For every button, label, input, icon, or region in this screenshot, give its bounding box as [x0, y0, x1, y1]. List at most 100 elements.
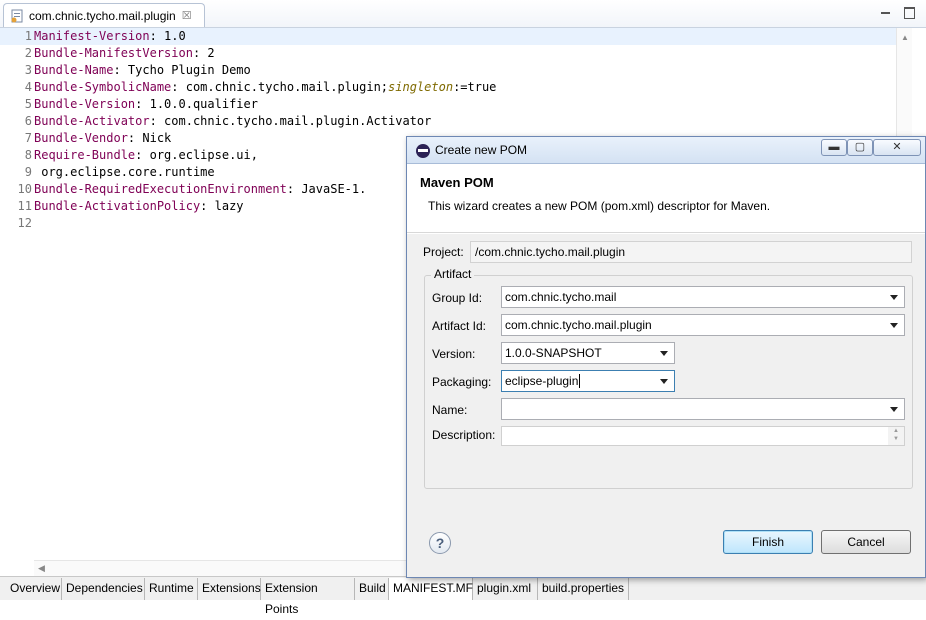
- line-number: 1: [24, 29, 32, 43]
- header-key: Bundle-ActivationPolicy: [34, 199, 201, 213]
- packaging-label: Packaging:: [432, 375, 492, 389]
- editor-tab-manifest[interactable]: com.chnic.tycho.mail.plugin ☒: [3, 3, 205, 27]
- packaging-combo[interactable]: eclipse-plugin: [501, 370, 675, 392]
- project-label: Project:: [423, 245, 464, 259]
- editor-line[interactable]: 4 Bundle-SymbolicName: com.chnic.tycho.ma…: [0, 79, 896, 96]
- line-number: 10: [17, 182, 32, 196]
- editor-line[interactable]: 5 Bundle-Version: 1.0.0.qualifier: [0, 96, 896, 113]
- editor-line[interactable]: 3 Bundle-Name: Tycho Plugin Demo: [0, 62, 896, 79]
- editor-line[interactable]: 2 Bundle-ManifestVersion: 2: [0, 45, 896, 62]
- dialog-minimize-button[interactable]: ▬: [821, 139, 847, 156]
- chevron-down-icon[interactable]: [890, 407, 898, 412]
- line-number: 4: [24, 80, 32, 94]
- page-tab-build-properties[interactable]: build.properties: [538, 578, 629, 600]
- line-number: 3: [24, 63, 32, 77]
- header-value: : 1.0.0.qualifier: [135, 97, 258, 111]
- wizard-title: Maven POM: [420, 175, 494, 190]
- line-number: 5: [24, 97, 32, 111]
- page-tab-manifest-mf[interactable]: MANIFEST.MF: [389, 578, 473, 600]
- scroll-up-icon[interactable]: ▲: [901, 33, 909, 42]
- header-key: Bundle-Name: [34, 63, 114, 77]
- group-id-label: Group Id:: [432, 291, 483, 305]
- description-scrollbar[interactable]: ▲ ▼: [888, 427, 904, 445]
- header-key: Bundle-Vendor: [34, 131, 128, 145]
- header-value: : lazy: [200, 199, 244, 213]
- wizard-body: Project: /com.chnic.tycho.mail.plugin Ar…: [407, 234, 925, 524]
- packaging-value: eclipse-plugin: [505, 374, 579, 388]
- plugin-file-icon: [10, 9, 24, 23]
- eclipse-icon: [416, 144, 430, 158]
- wizard-description: This wizard creates a new POM (pom.xml) …: [428, 199, 771, 213]
- header-value: org.eclipse.core.runtime: [34, 165, 215, 179]
- finish-button[interactable]: Finish: [723, 530, 813, 554]
- header-key: Require-Bundle: [34, 148, 136, 162]
- artifact-group-label: Artifact: [431, 267, 475, 281]
- header-key: Bundle-SymbolicName: [34, 80, 172, 94]
- editor-line[interactable]: 1 Manifest-Version: 1.0: [0, 28, 896, 45]
- maximize-icon[interactable]: [902, 6, 916, 19]
- wizard-banner: Maven POM This wizard creates a new POM …: [407, 165, 925, 233]
- artifact-id-label: Artifact Id:: [432, 319, 487, 333]
- header-attribute-value: :=true: [453, 80, 497, 94]
- line-number: 11: [17, 199, 32, 213]
- create-pom-dialog: Create new POM ▬ ▢ ✕ Maven POM This wiza…: [406, 136, 926, 578]
- editor-tab-bar: com.chnic.tycho.mail.plugin ☒: [0, 0, 926, 28]
- header-key: Bundle-Version: [34, 97, 136, 111]
- text-cursor: [579, 374, 581, 388]
- line-number: 9: [24, 165, 32, 179]
- header-value: : com.chnic.tycho.mail.plugin;: [171, 80, 389, 94]
- page-tab-extension-points[interactable]: Extension Points: [261, 578, 355, 616]
- project-field: /com.chnic.tycho.mail.plugin: [470, 241, 912, 263]
- version-combo[interactable]: 1.0.0-SNAPSHOT: [501, 342, 675, 364]
- name-label: Name:: [432, 403, 468, 417]
- dialog-maximize-button[interactable]: ▢: [847, 139, 873, 156]
- description-label: Description:: [432, 428, 496, 442]
- header-value: : org.eclipse.ui,: [135, 148, 258, 162]
- dialog-button-bar: ? Finish Cancel: [407, 524, 925, 577]
- header-value: : Nick: [127, 131, 172, 145]
- chevron-down-icon[interactable]: [660, 351, 668, 356]
- header-key: Bundle-ManifestVersion: [34, 46, 193, 60]
- chevron-down-icon[interactable]: [890, 323, 898, 328]
- header-value: : Tycho Plugin Demo: [113, 63, 251, 77]
- chevron-down-icon[interactable]: [890, 295, 898, 300]
- dialog-title-bar[interactable]: Create new POM ▬ ▢ ✕: [407, 137, 925, 164]
- close-icon[interactable]: ☒: [182, 9, 192, 22]
- editor-page-tabs: Overview Dependencies Runtime Extensions Ext…: [0, 576, 926, 616]
- dialog-close-button[interactable]: ✕: [873, 139, 921, 156]
- scroll-left-icon[interactable]: ◀: [38, 563, 45, 574]
- line-number: 8: [24, 148, 32, 162]
- editor-tab-label: com.chnic.tycho.mail.plugin: [29, 8, 176, 23]
- header-value: : JavaSE-1.: [286, 182, 367, 196]
- dialog-title: Create new POM: [435, 143, 528, 157]
- page-tab-runtime[interactable]: Runtime: [145, 578, 198, 600]
- line-number: 6: [24, 114, 32, 128]
- line-number: 2: [24, 46, 32, 60]
- header-attribute: singleton: [388, 80, 454, 94]
- name-combo[interactable]: [501, 398, 905, 420]
- artifact-id-value: com.chnic.tycho.mail.plugin: [505, 318, 652, 332]
- page-tab-plugin-xml[interactable]: plugin.xml: [473, 578, 538, 600]
- group-id-value: com.chnic.tycho.mail: [505, 290, 617, 304]
- version-label: Version:: [432, 347, 476, 361]
- page-tab-extensions[interactable]: Extensions: [198, 578, 261, 600]
- header-key: Bundle-Activator: [34, 114, 150, 128]
- cancel-button[interactable]: Cancel: [821, 530, 911, 554]
- header-value: : 2: [192, 46, 215, 60]
- minimize-icon[interactable]: [879, 6, 893, 18]
- description-textarea[interactable]: ▲ ▼: [501, 426, 905, 446]
- page-tab-build[interactable]: Build: [355, 578, 389, 600]
- line-number: 7: [24, 131, 32, 145]
- help-icon[interactable]: ?: [429, 532, 451, 554]
- header-value: : 1.0: [149, 29, 186, 43]
- line-number: 12: [17, 216, 32, 230]
- page-tab-dependencies[interactable]: Dependencies: [62, 578, 145, 600]
- chevron-down-icon[interactable]: [660, 379, 668, 384]
- page-tab-overview[interactable]: Overview: [6, 578, 62, 600]
- header-key: Bundle-RequiredExecutionEnvironment: [34, 182, 287, 196]
- group-id-combo[interactable]: com.chnic.tycho.mail: [501, 286, 905, 308]
- editor-line[interactable]: 6 Bundle-Activator: com.chnic.tycho.mail.…: [0, 113, 896, 130]
- header-value: : com.chnic.tycho.mail.plugin.Activator: [149, 114, 432, 128]
- artifact-id-combo[interactable]: com.chnic.tycho.mail.plugin: [501, 314, 905, 336]
- header-key: Manifest-Version: [34, 29, 150, 43]
